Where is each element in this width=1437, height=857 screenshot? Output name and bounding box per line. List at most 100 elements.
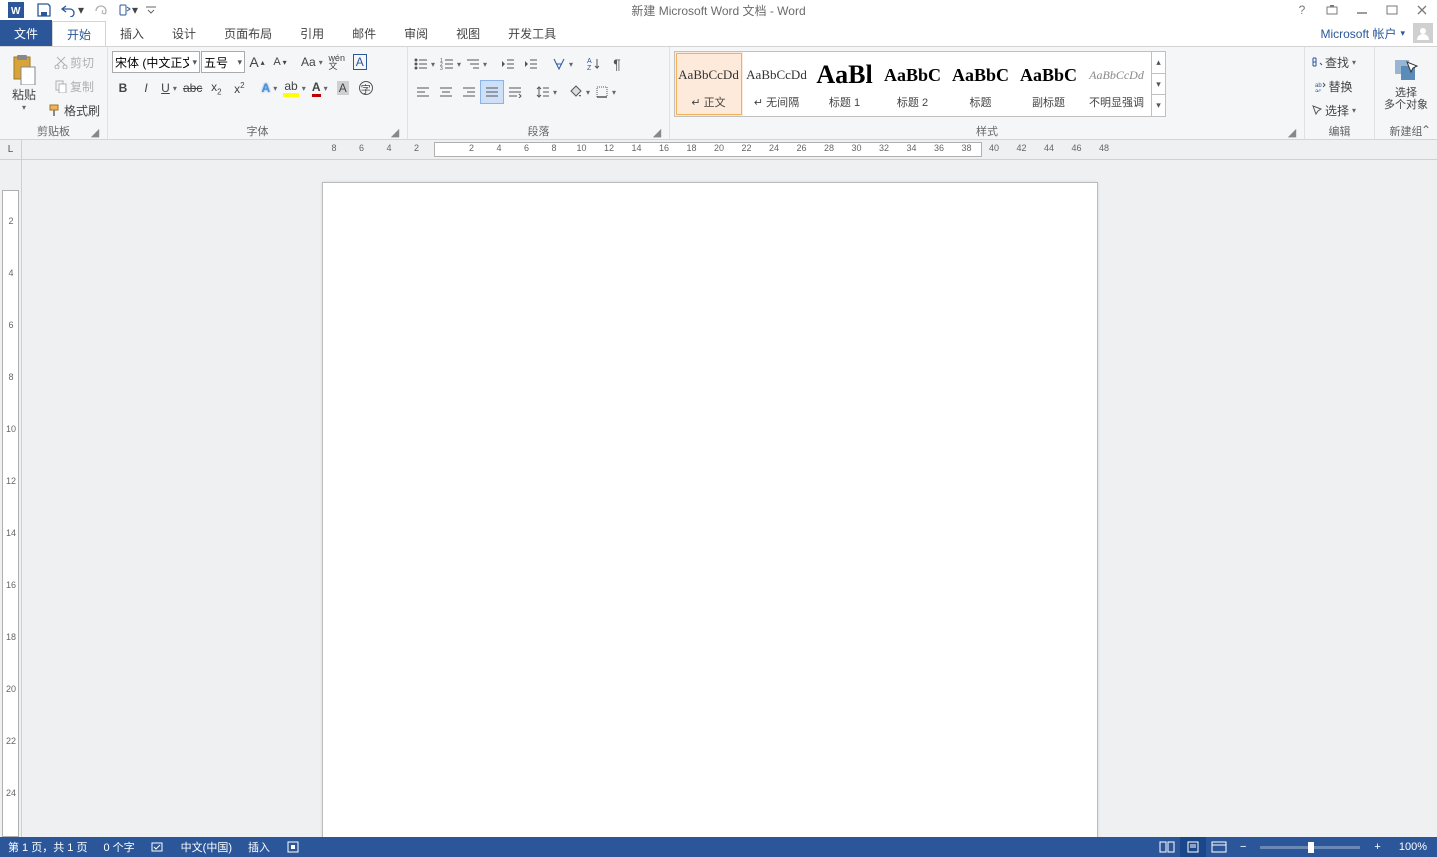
font-color-button[interactable]: A▾ xyxy=(309,77,331,99)
zoom-slider[interactable] xyxy=(1260,846,1360,849)
style-item[interactable]: AaBbC标题 2 xyxy=(879,52,947,116)
minimize-icon[interactable] xyxy=(1347,0,1377,20)
tab-design[interactable]: 设计 xyxy=(158,20,210,46)
borders-button[interactable]: ▾ xyxy=(593,81,618,103)
redo-icon[interactable] xyxy=(88,0,112,20)
align-justify-button[interactable] xyxy=(481,81,503,103)
show-marks-button[interactable]: ¶ xyxy=(606,53,628,75)
align-left-button[interactable] xyxy=(412,81,434,103)
view-print-icon[interactable] xyxy=(1180,837,1206,857)
word-app-icon[interactable]: W xyxy=(4,0,28,20)
ribbon-options-icon[interactable] xyxy=(1317,0,1347,20)
tab-references[interactable]: 引用 xyxy=(286,20,338,46)
status-page[interactable]: 第 1 页，共 1 页 xyxy=(0,837,95,857)
close-icon[interactable] xyxy=(1407,0,1437,20)
style-item[interactable]: AaBbCcDd不明显强调 xyxy=(1083,52,1151,116)
collapse-ribbon-icon[interactable]: ⌃ xyxy=(1421,123,1431,137)
italic-button[interactable]: I xyxy=(135,77,157,99)
horizontal-ruler[interactable]: 8642246810121416182022242628303234363840… xyxy=(22,140,1437,159)
format-painter-button[interactable]: 格式刷 xyxy=(46,99,102,121)
font-launcher-icon[interactable]: ◢ xyxy=(389,126,401,138)
vertical-ruler[interactable]: 2468101214161820222426 xyxy=(0,160,22,837)
phonetic-guide-button[interactable]: wén文 xyxy=(326,51,348,73)
tab-layout[interactable]: 页面布局 xyxy=(210,20,286,46)
status-spellcheck-icon[interactable] xyxy=(143,837,173,857)
tab-review[interactable]: 审阅 xyxy=(390,20,442,46)
tab-mailings[interactable]: 邮件 xyxy=(338,20,390,46)
replace-button[interactable]: abac 替换 xyxy=(1309,75,1358,97)
help-icon[interactable]: ? xyxy=(1287,0,1317,20)
gallery-up-icon[interactable]: ▴ xyxy=(1152,52,1165,74)
avatar[interactable] xyxy=(1413,23,1433,43)
status-words[interactable]: 0 个字 xyxy=(95,837,142,857)
align-distribute-button[interactable] xyxy=(504,81,526,103)
ruler-tick: 4 xyxy=(4,268,18,278)
highlight-button[interactable]: ab▾ xyxy=(281,77,307,99)
zoom-out-button[interactable]: − xyxy=(1232,837,1254,857)
zoom-thumb[interactable] xyxy=(1308,842,1314,853)
tab-home[interactable]: 开始 xyxy=(52,21,106,47)
increase-indent-button[interactable] xyxy=(520,53,542,75)
style-item[interactable]: AaBbC标题 xyxy=(947,52,1015,116)
style-item[interactable]: AaBbCcDd↵ 无间隔 xyxy=(743,52,811,116)
tab-file[interactable]: 文件 xyxy=(0,20,52,46)
select-multiple-button[interactable]: 选择 多个对象 xyxy=(1379,49,1433,117)
cut-button[interactable]: 剪切 xyxy=(46,51,102,73)
grow-font-button[interactable]: A▴ xyxy=(246,51,268,73)
align-center-button[interactable] xyxy=(435,81,457,103)
copy-button[interactable]: 复制 xyxy=(46,75,102,97)
bold-button[interactable]: B xyxy=(112,77,134,99)
tab-developer[interactable]: 开发工具 xyxy=(494,20,570,46)
zoom-in-button[interactable]: + xyxy=(1366,837,1388,857)
line-spacing-button[interactable]: ▾ xyxy=(534,81,559,103)
bullets-button[interactable]: ▾ xyxy=(412,53,437,75)
qat-customize-icon[interactable] xyxy=(144,0,158,20)
tab-insert[interactable]: 插入 xyxy=(106,20,158,46)
sort-button[interactable]: AZ xyxy=(583,53,605,75)
enclose-char-button[interactable]: 字 xyxy=(355,77,377,99)
numbering-button[interactable]: 123▾ xyxy=(438,53,463,75)
subscript-button[interactable]: x2 xyxy=(205,77,227,99)
tab-selector[interactable]: L xyxy=(0,140,22,159)
decrease-indent-button[interactable] xyxy=(497,53,519,75)
status-macro-icon[interactable] xyxy=(278,837,308,857)
superscript-button[interactable]: x2 xyxy=(228,77,250,99)
gallery-more-icon[interactable]: ▾ xyxy=(1152,95,1165,116)
status-mode[interactable]: 插入 xyxy=(240,837,278,857)
font-size-combo[interactable]: 五号▾ xyxy=(201,51,245,73)
document-area[interactable] xyxy=(22,160,1437,837)
character-border-button[interactable]: A xyxy=(349,51,371,73)
find-button[interactable]: 查找▾ xyxy=(1309,51,1358,73)
shrink-font-button[interactable]: A▾ xyxy=(269,51,291,73)
status-language[interactable]: 中文(中国) xyxy=(173,837,240,857)
styles-launcher-icon[interactable]: ◢ xyxy=(1286,126,1298,138)
char-shading-button[interactable]: A xyxy=(332,77,354,99)
page[interactable] xyxy=(322,182,1098,837)
style-item[interactable]: AaBbC副标题 xyxy=(1015,52,1083,116)
maximize-icon[interactable] xyxy=(1377,0,1407,20)
change-case-button[interactable]: Aa▾ xyxy=(299,51,325,73)
account-label[interactable]: Microsoft 帐户 xyxy=(1320,25,1396,42)
select-button[interactable]: 选择▾ xyxy=(1309,99,1358,121)
asian-layout-button[interactable]: ▾ xyxy=(550,53,575,75)
underline-button[interactable]: U▾ xyxy=(158,77,180,99)
shading-button[interactable]: ▾ xyxy=(567,81,592,103)
view-read-icon[interactable] xyxy=(1154,837,1180,857)
clipboard-launcher-icon[interactable]: ◢ xyxy=(89,126,101,138)
undo-icon[interactable]: ▾ xyxy=(60,0,84,20)
view-web-icon[interactable] xyxy=(1206,837,1232,857)
gallery-down-icon[interactable]: ▾ xyxy=(1152,74,1165,96)
save-icon[interactable] xyxy=(32,0,56,20)
style-item[interactable]: AaBbCcDd↵ 正文 xyxy=(675,52,743,116)
multilevel-list-button[interactable]: ▾ xyxy=(464,53,489,75)
align-right-button[interactable] xyxy=(458,81,480,103)
strikethrough-button[interactable]: abc xyxy=(181,77,204,99)
paste-button[interactable]: 粘贴 ▾ xyxy=(4,49,44,117)
zoom-percent[interactable]: 100% xyxy=(1389,841,1437,853)
text-effects-button[interactable]: A▾ xyxy=(258,77,280,99)
tab-view[interactable]: 视图 xyxy=(442,20,494,46)
font-name-combo[interactable]: 宋体 (中文正文)▾ xyxy=(112,51,200,73)
style-item[interactable]: AaBl标题 1 xyxy=(811,52,879,116)
paragraph-launcher-icon[interactable]: ◢ xyxy=(651,126,663,138)
touch-mode-icon[interactable]: ▾ xyxy=(116,0,140,20)
